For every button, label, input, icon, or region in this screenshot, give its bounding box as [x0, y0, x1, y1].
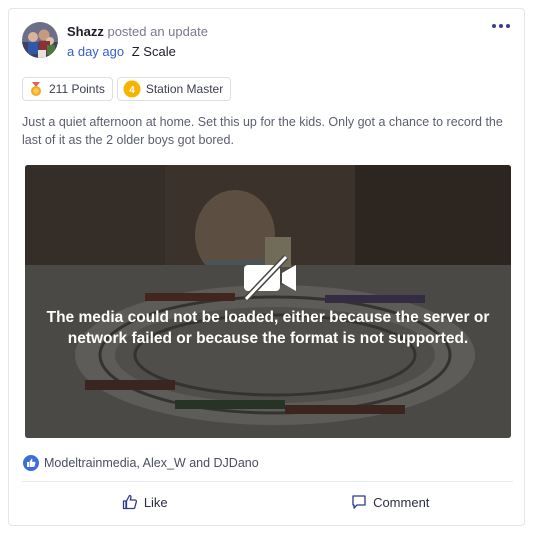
more-options-button[interactable]	[492, 19, 510, 33]
comment-icon	[352, 495, 366, 509]
rank-badge-label: Station Master	[145, 82, 224, 96]
more-dots-icon	[492, 24, 496, 28]
reactions-text: Modeltrainmedia, Alex_W and DJDano	[44, 456, 259, 470]
avatar[interactable]	[22, 22, 58, 58]
like-reaction-icon	[23, 455, 39, 471]
points-medal-icon	[28, 81, 44, 97]
svg-text:4: 4	[129, 85, 135, 96]
author-name[interactable]: Shazz	[67, 24, 104, 39]
points-badge[interactable]: 211 Points	[22, 77, 113, 101]
group-name[interactable]: Z Scale	[132, 44, 176, 59]
comment-label: Comment	[373, 494, 430, 510]
post-header: Shazz posted an update a day ago Z Scale	[22, 22, 208, 62]
video-player[interactable]: The media could not be loaded, either be…	[25, 165, 511, 438]
thumbs-up-icon	[122, 494, 137, 510]
divider	[22, 481, 513, 482]
post-meta: Shazz posted an update a day ago Z Scale	[67, 22, 208, 62]
like-label: Like	[143, 494, 168, 510]
activity-post-card: Shazz posted an update a day ago Z Scale…	[8, 8, 525, 526]
user-badges: 211 Points 4 Station Master	[22, 77, 232, 101]
post-action-text: posted an update	[107, 24, 208, 39]
like-button[interactable]: Like	[22, 489, 268, 515]
level-4-icon: 4	[123, 80, 141, 98]
post-body-text: Just a quiet afternoon at home. Set this…	[22, 115, 503, 147]
rank-badge[interactable]: 4 Station Master	[116, 77, 232, 101]
media-error-message: The media could not be loaded, either be…	[46, 309, 490, 347]
post-timestamp[interactable]: a day ago	[67, 44, 124, 59]
video-off-icon	[242, 254, 298, 306]
comment-button[interactable]: Comment	[268, 489, 514, 515]
points-badge-label: 211 Points	[49, 82, 105, 96]
reactions-summary[interactable]: Modeltrainmedia, Alex_W and DJDano	[23, 455, 259, 471]
post-actions: Like Comment	[22, 489, 513, 515]
